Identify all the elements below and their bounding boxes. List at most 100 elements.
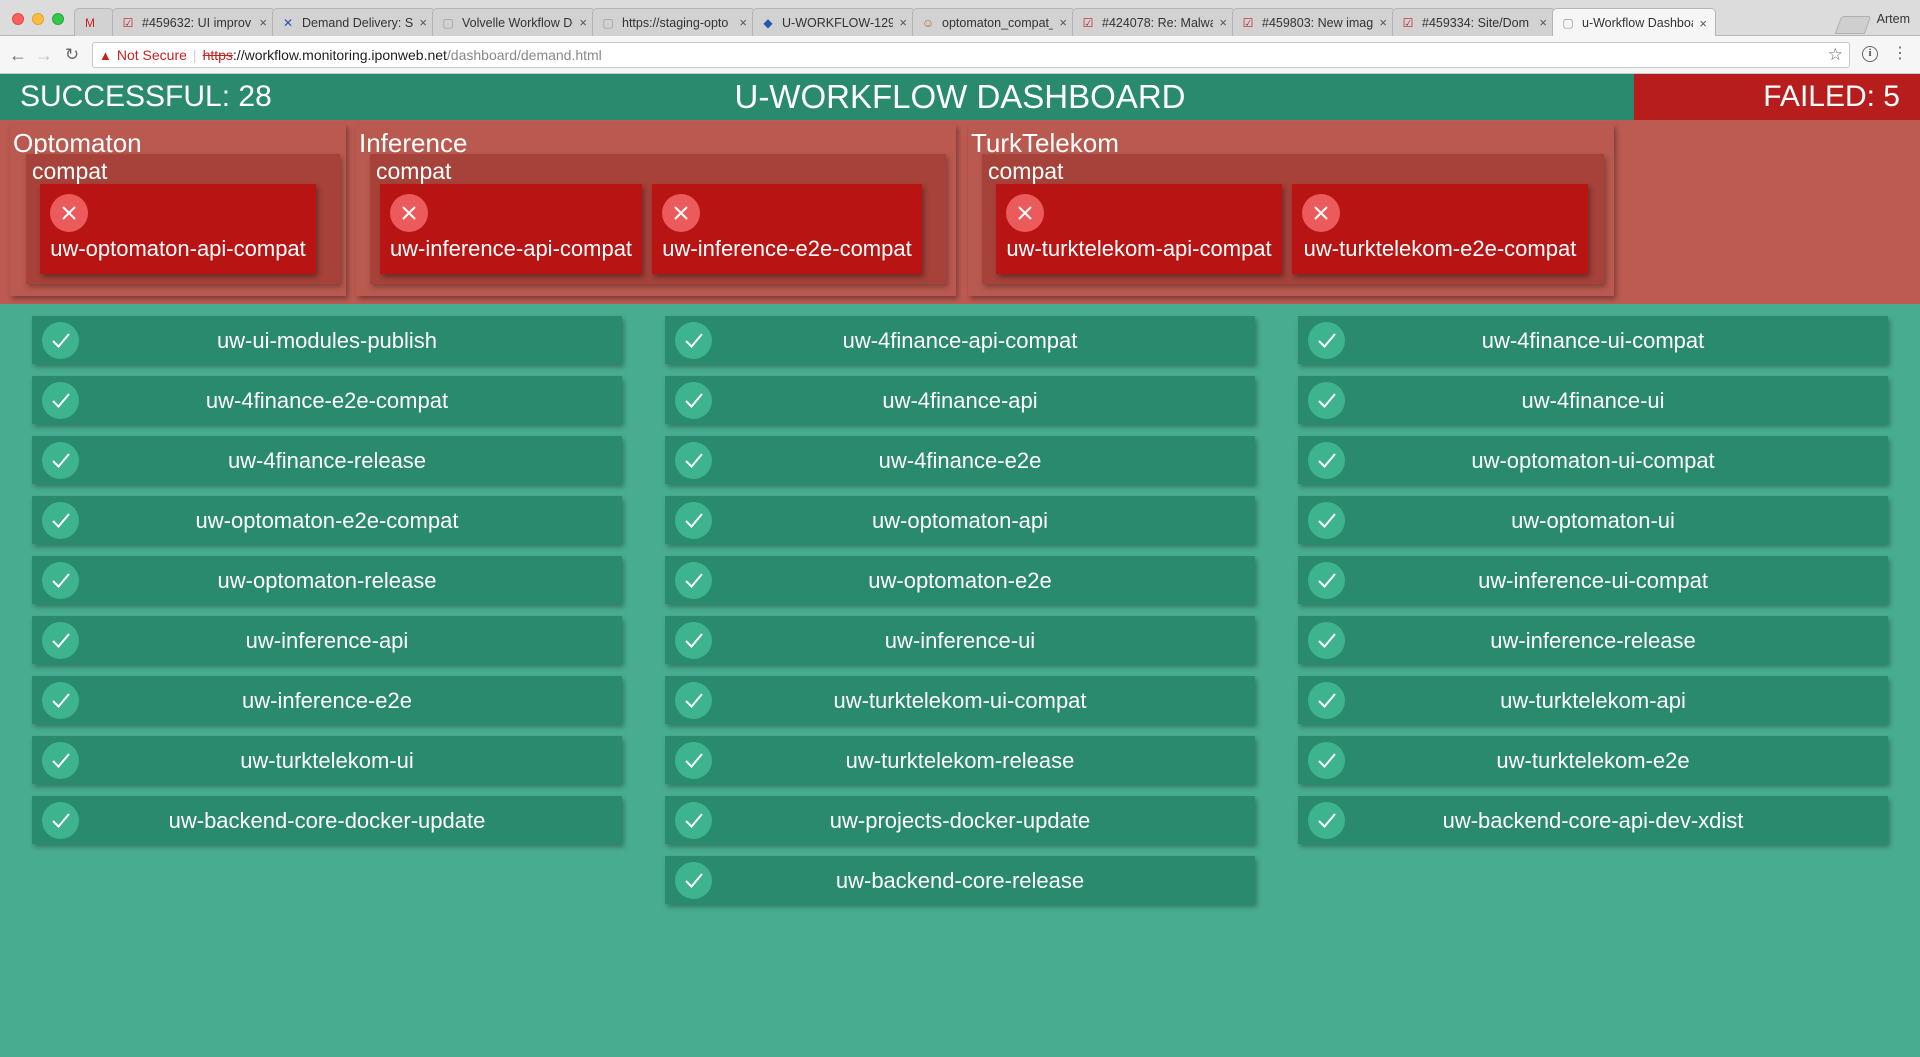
successful-job-card[interactable]: uw-optomaton-release [32, 556, 622, 604]
successful-job-card[interactable]: uw-inference-ui [665, 616, 1255, 664]
failed-group: TurkTelekom compat uw-turktelekom-api-co… [968, 124, 1614, 296]
successful-job-card[interactable]: uw-backend-core-release [665, 856, 1255, 904]
failed-job-label: uw-turktelekom-e2e-compat [1303, 236, 1577, 261]
failed-job-card[interactable]: uw-inference-api-compat [380, 184, 642, 274]
tab-close-icon[interactable]: × [1219, 15, 1227, 30]
successful-job-card[interactable]: uw-4finance-api [665, 376, 1255, 424]
tab-label: u-Workflow Dashboa [1582, 16, 1694, 30]
successful-job-card[interactable]: uw-optomaton-e2e [665, 556, 1255, 604]
tab-close-icon[interactable]: × [419, 15, 427, 30]
successful-job-card[interactable]: uw-inference-release [1298, 616, 1888, 664]
successful-job-card[interactable]: uw-turktelekom-release [665, 736, 1255, 784]
successful-job-card[interactable]: uw-inference-e2e [32, 676, 622, 724]
jira-icon: ◆ [763, 15, 773, 30]
redmine-icon: ☑ [1242, 15, 1254, 30]
failed-count: FAILED: 5 [1763, 80, 1900, 113]
failed-job-card[interactable]: uw-inference-e2e-compat [652, 184, 922, 274]
tab-close-icon[interactable]: × [579, 15, 587, 30]
new-tab-button[interactable] [1834, 16, 1872, 34]
browser-tab[interactable]: ▢ u-Workflow Dashboa × [1552, 8, 1716, 37]
redmine-icon: ☑ [1082, 15, 1094, 30]
browser-tab[interactable]: ▢ Volvelle Workflow Do × [432, 8, 596, 36]
menu-dots-icon[interactable]: ⋮ [1892, 44, 1908, 64]
failed-job-card[interactable]: uw-optomaton-api-compat [40, 184, 316, 274]
successful-job-label: uw-backend-core-api-dev-xdist [1442, 808, 1744, 833]
successful-job-card[interactable]: uw-optomaton-api [665, 496, 1255, 544]
failed-x-icon [662, 194, 700, 232]
browser-tab[interactable]: ☑ #459803: New imag × [1232, 8, 1396, 36]
successful-job-label: uw-4finance-e2e-compat [205, 388, 449, 413]
failed-panel: FAILED: 5 [1634, 74, 1920, 120]
successful-job-card[interactable]: uw-turktelekom-ui [32, 736, 622, 784]
successful-job-card[interactable]: uw-backend-core-api-dev-xdist [1298, 796, 1888, 844]
successful-job-card[interactable]: uw-optomaton-e2e-compat [32, 496, 622, 544]
url-scheme: https [202, 47, 233, 63]
browser-tab[interactable]: ☑ #459334: Site/Dom × [1392, 8, 1556, 36]
successful-job-label: uw-turktelekom-e2e [1496, 748, 1690, 773]
successful-job-card[interactable]: uw-optomaton-ui-compat [1298, 436, 1888, 484]
reload-icon[interactable]: ↻ [62, 45, 82, 65]
successful-job-card[interactable]: uw-inference-api [32, 616, 622, 664]
successful-job-card[interactable]: uw-turktelekom-api [1298, 676, 1888, 724]
successful-job-card[interactable]: uw-4finance-ui-compat [1298, 316, 1888, 364]
bookmark-star-icon[interactable]: ☆ [1828, 45, 1843, 65]
successful-job-card[interactable]: uw-4finance-e2e [665, 436, 1255, 484]
tab-close-icon[interactable]: × [899, 15, 907, 30]
url-separator: | [192, 47, 197, 63]
tab-close-icon[interactable]: × [739, 15, 747, 30]
browser-tab[interactable]: ✕ Demand Delivery: Se × [272, 8, 436, 36]
page-icon: ▢ [1562, 16, 1574, 30]
successful-job-card[interactable]: uw-backend-core-docker-update [32, 796, 622, 844]
successful-job-card[interactable]: uw-4finance-ui [1298, 376, 1888, 424]
profile-name[interactable]: Artem [1877, 12, 1910, 26]
close-window-button[interactable] [12, 13, 24, 25]
failed-job-card[interactable]: uw-turktelekom-e2e-compat [1292, 184, 1588, 274]
successful-job-card[interactable]: uw-4finance-api-compat [665, 316, 1255, 364]
tab-close-icon[interactable]: × [1379, 15, 1387, 30]
failed-group: Optomaton compat uw-optomaton-api-compat [10, 124, 346, 296]
redmine-icon: ☑ [1402, 15, 1414, 30]
browser-tab[interactable]: ☑ #424078: Re: Malwa × [1072, 8, 1236, 36]
url-field[interactable]: ▲ Not Secure | https ://workflow.monitor… [92, 42, 1850, 68]
gmail-icon: M [85, 15, 95, 30]
url-host: ://workflow.monitoring.iponweb.net [232, 47, 447, 63]
tab-label: https://staging-opto [622, 15, 729, 30]
successful-job-card[interactable]: uw-turktelekom-ui-compat [665, 676, 1255, 724]
successful-job-card[interactable]: uw-projects-docker-update [665, 796, 1255, 844]
browser-tab[interactable]: ☑ #459632: UI improv × [112, 8, 276, 36]
browser-tab[interactable]: M [74, 8, 114, 36]
failed-jobs-section: Optomaton compat uw-optomaton-api-compat… [0, 120, 1920, 304]
successful-job-label: uw-inference-release [1490, 628, 1696, 653]
info-icon[interactable]: i [1862, 46, 1878, 62]
tab-close-icon[interactable]: × [259, 15, 267, 30]
tab-close-icon[interactable]: × [1059, 15, 1067, 30]
successful-job-card[interactable]: uw-4finance-release [32, 436, 622, 484]
failed-x-icon [390, 194, 428, 232]
successful-job-label: uw-ui-modules-publish [216, 328, 438, 353]
tab-close-icon[interactable]: × [1539, 15, 1547, 30]
successful-job-card[interactable]: uw-4finance-e2e-compat [32, 376, 622, 424]
failed-subgroup: compat uw-inference-api-compat uw-infere… [370, 154, 946, 284]
tab-label: #424078: Re: Malwa [1102, 15, 1214, 30]
successful-job-label: uw-inference-ui [884, 628, 1036, 653]
failed-x-icon [50, 194, 88, 232]
minimize-window-button[interactable] [32, 13, 44, 25]
browser-tab[interactable]: ◆ U-WORKFLOW-129 × [752, 8, 916, 36]
failed-job-card[interactable]: uw-turktelekom-api-compat [996, 184, 1282, 274]
successful-job-label: uw-4finance-ui-compat [1481, 328, 1705, 353]
successful-job-label: uw-optomaton-release [217, 568, 437, 593]
successful-job-card[interactable]: uw-optomaton-ui [1298, 496, 1888, 544]
successful-job-card[interactable]: uw-ui-modules-publish [32, 316, 622, 364]
browser-tab[interactable]: ☺ optomaton_compat_ × [912, 8, 1076, 36]
failed-job-label: uw-optomaton-api-compat [50, 236, 306, 261]
forward-arrow-icon[interactable]: → [34, 45, 54, 65]
maximize-window-button[interactable] [52, 13, 64, 25]
tab-close-icon[interactable]: × [1699, 16, 1707, 31]
successful-job-label: uw-backend-core-docker-update [168, 808, 486, 833]
successful-job-label: uw-optomaton-ui [1511, 508, 1675, 533]
successful-job-card[interactable]: uw-inference-ui-compat [1298, 556, 1888, 604]
successful-job-label: uw-optomaton-e2e-compat [195, 508, 459, 533]
successful-job-card[interactable]: uw-turktelekom-e2e [1298, 736, 1888, 784]
back-arrow-icon[interactable]: ← [8, 45, 28, 65]
browser-tab[interactable]: ▢ https://staging-opto × [592, 8, 756, 36]
